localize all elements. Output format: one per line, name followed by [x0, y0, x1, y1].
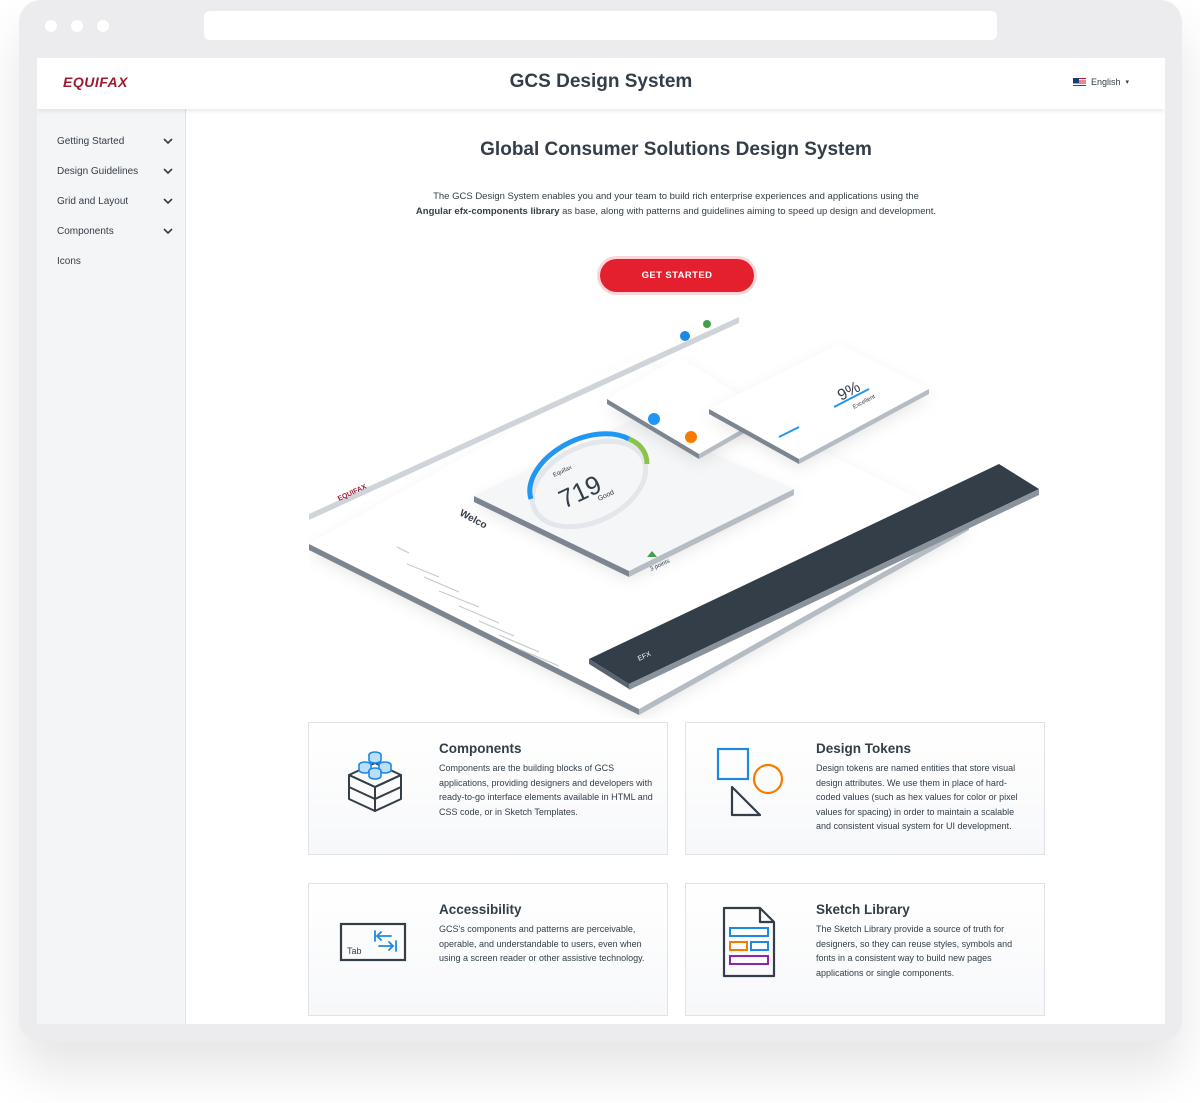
caret-down-icon: ▾ [1125, 79, 1129, 86]
card-title: Sketch Library [816, 902, 910, 917]
sidebar-item-design-guidelines[interactable]: Design Guidelines [57, 164, 173, 178]
get-started-button[interactable]: GET STARTED [600, 259, 754, 292]
chevron-down-icon[interactable] [163, 136, 173, 146]
site-header: EQUIFAX GCS Design System English ▾ [37, 58, 1165, 109]
feature-card-accessibility[interactable]: Tab Accessibility GCS's components and p… [308, 883, 668, 1016]
card-text: The Sketch Library provide a source of t… [816, 924, 1013, 978]
chevron-down-icon[interactable] [163, 166, 173, 176]
chevron-down-icon[interactable] [163, 196, 173, 206]
sidebar-nav: Getting Started Design Guidelines Grid a… [37, 109, 186, 1024]
site-title: GCS Design System [509, 71, 693, 92]
main-content: Global Consumer Solutions Design System … [187, 109, 1165, 1024]
blocks-icon [348, 751, 402, 812]
card-text: Components are the building blocks of GC… [439, 763, 653, 817]
feature-card-components[interactable]: Components Components are the building b… [308, 722, 668, 855]
feature-card-design-tokens[interactable]: Design Tokens Design tokens are named en… [685, 722, 1045, 855]
document-icon [722, 906, 776, 978]
sidebar-item-label: Getting Started [57, 135, 125, 147]
language-label: English [1090, 77, 1121, 87]
sidebar-item-label: Grid and Layout [57, 195, 129, 207]
hero-desc-bold: Angular efx-components library [415, 206, 560, 217]
card-title: Design Tokens [816, 741, 912, 756]
tab-key-label: Tab [347, 946, 362, 956]
card-text: GCS's components and patterns are percei… [439, 924, 645, 963]
sidebar-item-grid-and-layout[interactable]: Grid and Layout [57, 194, 173, 208]
us-flag-icon [1072, 78, 1086, 86]
tab-key-icon: Tab [339, 922, 407, 962]
sidebar-item-getting-started[interactable]: Getting Started [57, 134, 173, 148]
feature-card-sketch-library[interactable]: Sketch Library The Sketch Library provid… [685, 883, 1045, 1016]
sidebar-item-label: Components [57, 225, 114, 237]
address-bar[interactable] [204, 11, 997, 40]
language-selector[interactable]: English ▾ [1072, 77, 1129, 87]
window-dot [71, 20, 83, 32]
hero-desc-line1: The GCS Design System enables you and yo… [433, 191, 919, 202]
sidebar-item-label: Icons [57, 255, 81, 267]
hero-desc-rest: as base, along with patterns and guideli… [559, 206, 937, 217]
chevron-down-icon[interactable] [163, 226, 173, 236]
card-text: Design tokens are named entities that st… [816, 763, 1018, 831]
window-dot [97, 20, 109, 32]
hero-illustration: EQUIFAX EFX Welco 719 Good Equifax 3 poi… [309, 312, 1039, 715]
hero-title: Global Consumer Solutions Design System [480, 139, 872, 160]
sidebar-item-label: Design Guidelines [57, 165, 139, 177]
sidebar-item-components[interactable]: Components [57, 224, 173, 238]
shapes-icon [716, 747, 784, 817]
window-dot [45, 20, 57, 32]
browser-window: EQUIFAX GCS Design System English ▾ Gett… [19, 0, 1182, 1042]
card-title: Components [439, 741, 522, 756]
sidebar-item-icons[interactable]: Icons [57, 254, 173, 268]
page-viewport: EQUIFAX GCS Design System English ▾ Gett… [37, 58, 1165, 1024]
hero-description: The GCS Design System enables you and yo… [187, 189, 1165, 219]
card-title: Accessibility [439, 902, 522, 917]
